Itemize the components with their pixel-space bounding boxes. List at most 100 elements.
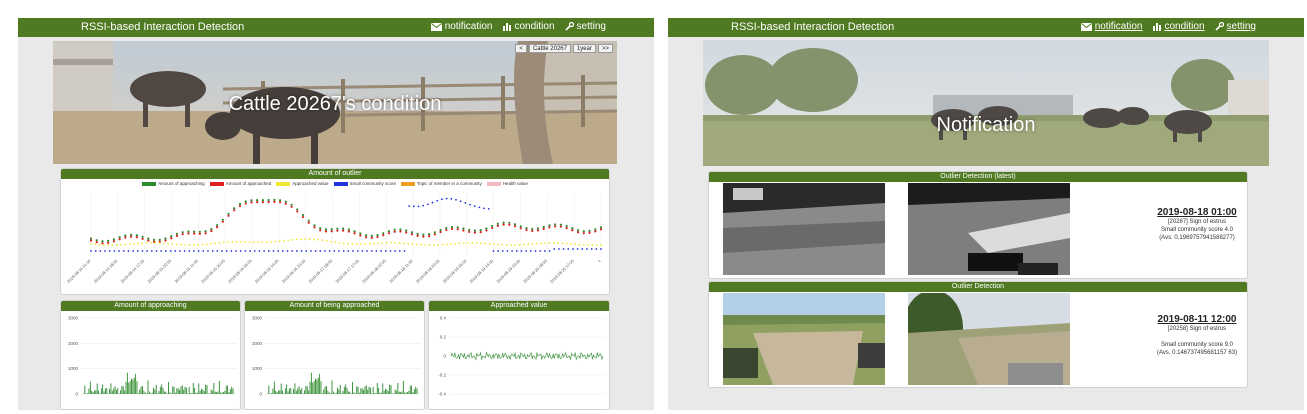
bar <box>320 381 322 394</box>
data-point <box>112 240 116 243</box>
bar <box>209 393 211 394</box>
bar <box>147 380 149 394</box>
data-point <box>473 231 477 234</box>
legend-item[interactable]: Amount of approaching <box>142 181 205 186</box>
bar <box>185 387 187 394</box>
next-page-button[interactable]: >> <box>597 44 613 53</box>
data-point <box>301 215 305 219</box>
data-point <box>317 238 320 241</box>
bar <box>228 392 230 394</box>
data-point <box>487 207 490 210</box>
data-point <box>525 226 528 230</box>
bar <box>114 386 116 394</box>
data-point <box>497 243 500 246</box>
bar <box>312 382 314 394</box>
data-point <box>308 238 311 241</box>
x-tick-label: 2019-08-15 02:00 <box>146 258 172 284</box>
data-point <box>296 210 299 213</box>
data-point <box>422 235 425 238</box>
bar <box>199 390 201 394</box>
bar <box>295 390 297 394</box>
data-point <box>484 242 487 245</box>
data-point <box>576 229 580 232</box>
data-point <box>501 244 504 246</box>
data-point <box>193 250 195 252</box>
legend-item[interactable]: Amount of approached <box>209 181 271 186</box>
data-point <box>210 228 213 231</box>
bar <box>376 383 378 394</box>
notification-date[interactable]: 2019-08-18 01:00 <box>1093 208 1247 218</box>
data-point <box>462 229 465 232</box>
bar <box>128 382 130 394</box>
bar <box>173 386 175 394</box>
data-point <box>535 242 538 245</box>
data-point <box>502 223 505 226</box>
data-point <box>112 238 116 241</box>
x-tick-label: 2019-08-15 20:00 <box>200 258 226 284</box>
data-point <box>515 250 518 252</box>
bar <box>177 388 179 394</box>
notification-date[interactable]: 2019-08-11 12:00 <box>1093 315 1247 325</box>
legend-item[interactable]: Approached value <box>276 181 329 186</box>
legend-item[interactable]: Health value <box>486 181 528 186</box>
data-point <box>225 250 228 252</box>
thermal-camera-image <box>723 183 885 275</box>
bar <box>213 383 215 394</box>
data-point <box>321 239 324 242</box>
data-point <box>582 244 585 246</box>
bar <box>356 386 358 394</box>
data-point <box>554 223 557 226</box>
data-point <box>539 250 542 252</box>
data-point <box>188 250 191 252</box>
nav-condition[interactable]: condition <box>502 21 555 32</box>
bar-chart-icon <box>502 22 511 31</box>
data-point <box>375 250 378 252</box>
bar <box>394 389 396 394</box>
bar <box>165 391 167 394</box>
data-point <box>427 232 431 236</box>
legend-item[interactable]: Topic of member in a community <box>401 181 482 186</box>
bar <box>187 393 189 394</box>
data-point <box>571 229 574 232</box>
nav-condition-label: condition <box>1164 21 1205 32</box>
nav-setting[interactable]: setting <box>1214 21 1256 32</box>
nav-notification[interactable]: notification <box>430 21 493 32</box>
data-point <box>319 229 322 232</box>
cattle-select[interactable]: Cattle 20267 <box>528 44 571 53</box>
data-point <box>240 240 242 243</box>
data-point <box>455 198 457 201</box>
bar <box>190 393 191 394</box>
notification-screen: RSSI-based Interaction Detection notific… <box>668 18 1304 410</box>
bar <box>371 393 373 394</box>
data-point <box>480 242 482 245</box>
notification-card-latest[interactable]: Outlier Detection (latest) 2019-08-18 01… <box>708 171 1248 279</box>
nav-setting[interactable]: setting <box>564 21 606 32</box>
bar <box>375 393 377 394</box>
notification-card[interactable]: Outlier Detection 2019-08-11 12:00 [2025… <box>708 281 1248 388</box>
legend-item[interactable]: Small community score <box>333 181 396 186</box>
data-point <box>256 199 259 202</box>
y-tick-label: 0 <box>75 392 78 397</box>
bar <box>360 388 362 394</box>
nav-notification[interactable]: notification <box>1080 21 1143 32</box>
bar <box>106 388 108 394</box>
period-select[interactable]: 1year <box>572 44 596 53</box>
data-point <box>221 220 224 223</box>
data-point <box>361 250 364 252</box>
data-point <box>377 242 380 245</box>
notification-details: 2019-08-18 01:00 [20267] Sign of estrus … <box>1093 208 1247 242</box>
data-point <box>531 227 534 230</box>
data-point <box>456 226 459 229</box>
bar <box>407 392 408 394</box>
data-point <box>364 243 367 245</box>
data-point <box>304 238 307 240</box>
data-point <box>450 227 454 231</box>
nav-condition[interactable]: condition <box>1152 21 1205 32</box>
data-point <box>147 239 150 242</box>
nav-setting-label: setting <box>1226 21 1256 32</box>
data-point <box>141 237 144 240</box>
data-point <box>599 226 603 229</box>
data-point <box>174 250 177 252</box>
bar <box>411 385 413 394</box>
prev-page-button[interactable]: < <box>515 44 527 53</box>
